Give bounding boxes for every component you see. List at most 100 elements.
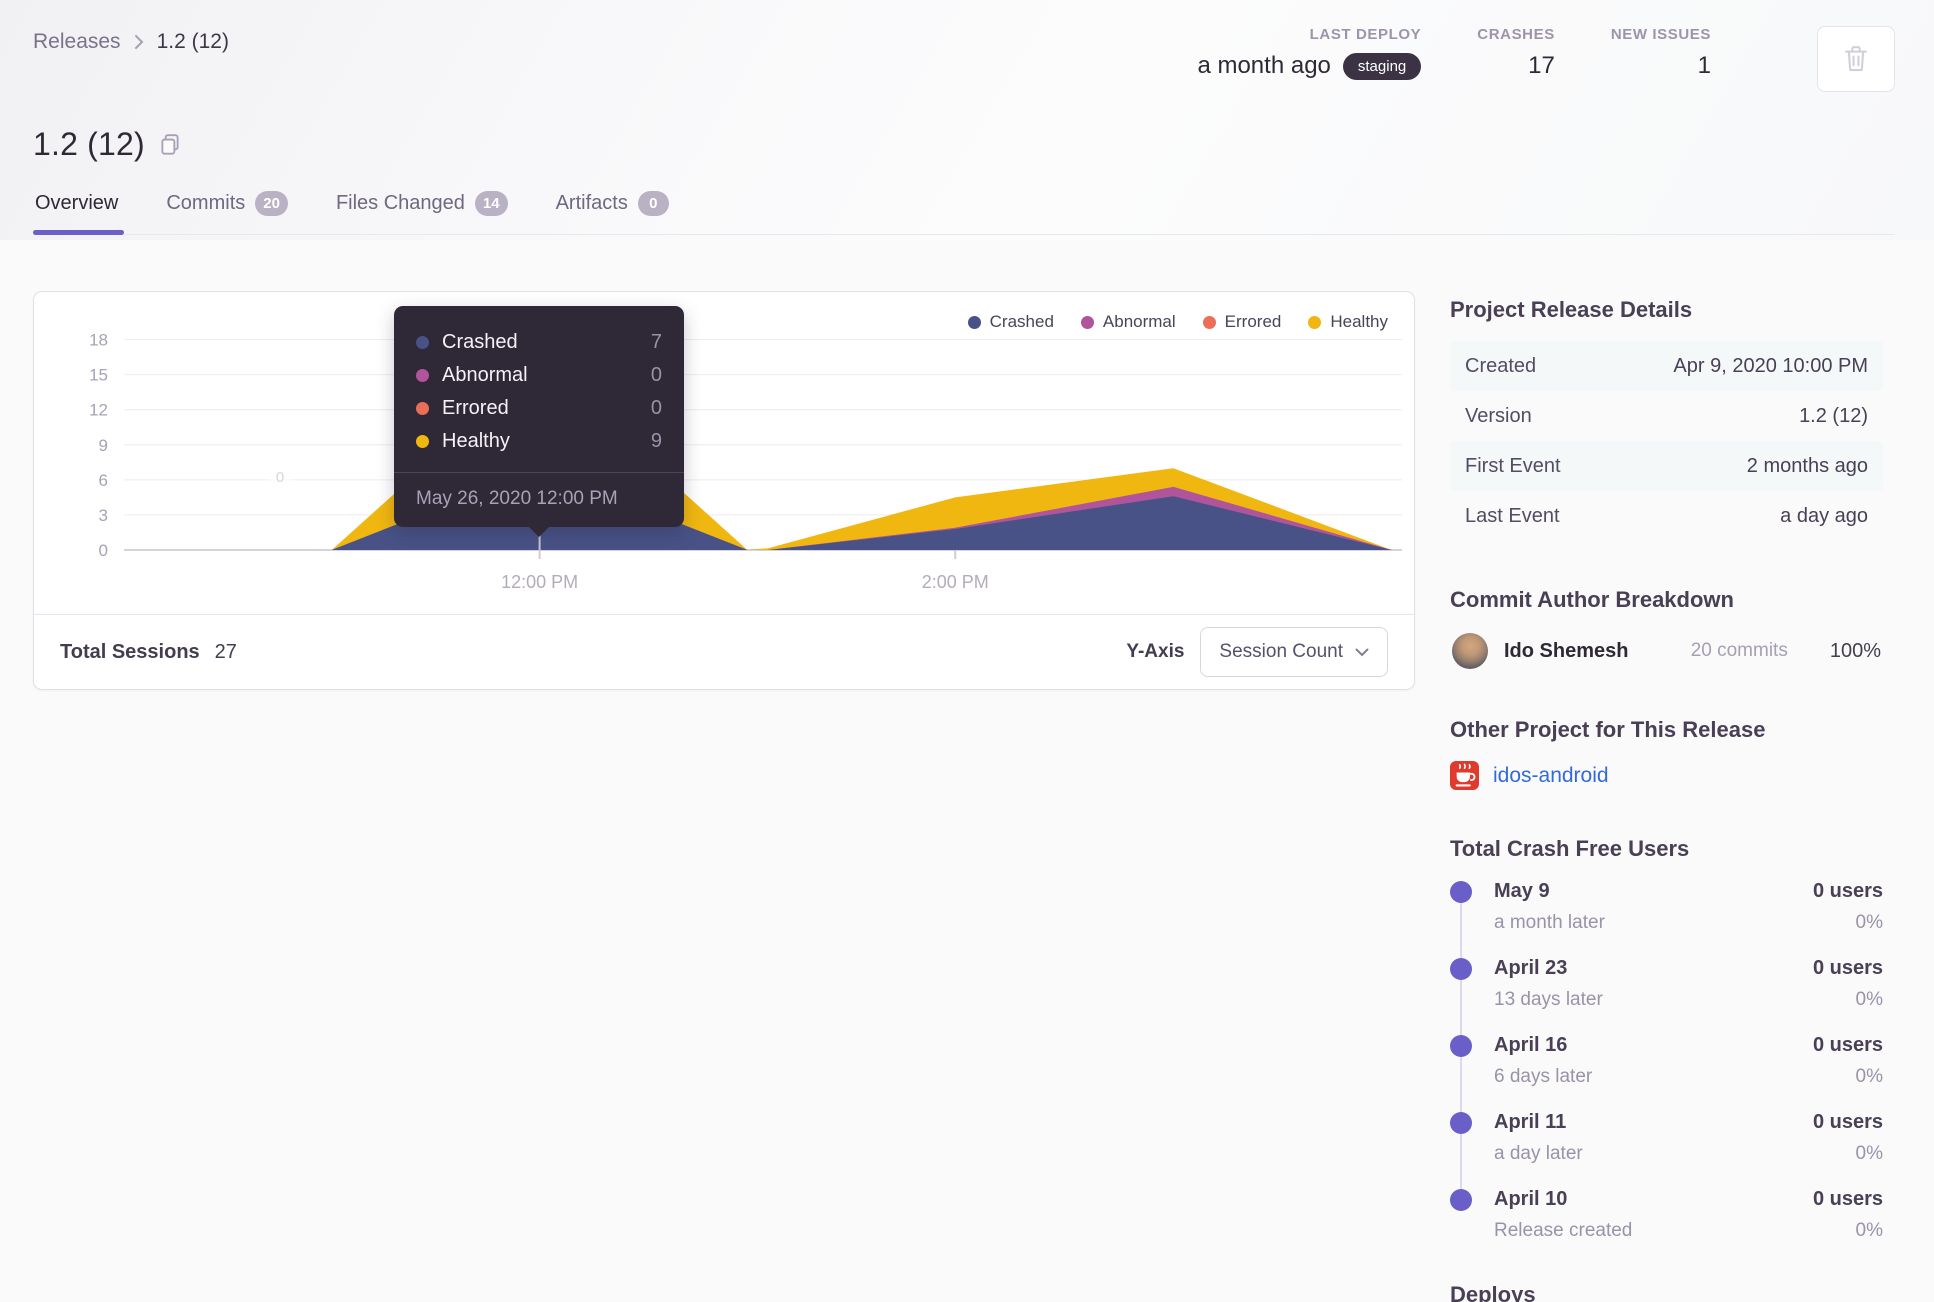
timeline-entry: April 10 Release created 0 users 0% — [1450, 1188, 1883, 1242]
errored-dot-icon — [1202, 315, 1216, 329]
tab-commits-badge: 20 — [255, 191, 288, 216]
commit-author-section: Commit Author Breakdown Ido Shemesh 20 c… — [1450, 587, 1883, 671]
tooltip-row-errored: Errored 0 — [416, 392, 662, 425]
legend-item-errored[interactable]: Errored — [1202, 312, 1282, 332]
commit-author-heading: Commit Author Breakdown — [1450, 587, 1734, 612]
breadcrumb-releases-link[interactable]: Releases — [33, 30, 121, 54]
sessions-chart-svg: 0 3 6 9 12 15 18 12:00 PM 2:00 PM — [89, 331, 1402, 592]
svg-text:15: 15 — [89, 366, 108, 385]
project-release-details-section: Project Release Details Created Apr 9, 2… — [1450, 297, 1883, 541]
chart-legend: Crashed Abnormal Errored Healthy — [967, 312, 1388, 332]
java-project-icon — [1450, 761, 1479, 790]
crashed-dot-icon — [416, 336, 429, 349]
sessions-chart[interactable]: 0 3 6 9 12 15 18 12:00 PM 2:00 PM Crashed Abnorm… — [34, 292, 1414, 614]
timeline-entry: April 11 a day later 0 users 0% — [1450, 1111, 1883, 1165]
timeline-entry: May 9 a month later 0 users 0% — [1450, 880, 1883, 934]
trash-icon — [1841, 43, 1871, 75]
abnormal-dot-icon — [1080, 315, 1094, 329]
tab-files-changed[interactable]: Files Changed 14 — [334, 191, 510, 234]
author-commit-count: 20 commits — [1690, 640, 1788, 661]
tooltip-row-crashed: Crashed 7 — [416, 326, 662, 359]
breadcrumb-current: 1.2 (12) — [156, 30, 229, 53]
legend-item-abnormal[interactable]: Abnormal — [1080, 312, 1176, 332]
other-project-link[interactable]: idos-android — [1493, 764, 1609, 788]
delete-release-button[interactable] — [1817, 26, 1895, 92]
deploys-heading: Deploys — [1450, 1282, 1536, 1302]
svg-text:12:00 PM: 12:00 PM — [501, 572, 578, 592]
detail-row-created: Created Apr 9, 2020 10:00 PM — [1450, 341, 1883, 391]
timeline-dot-icon — [1450, 1112, 1472, 1134]
abnormal-dot-icon — [416, 369, 429, 382]
crashes-value: 17 — [1528, 52, 1555, 79]
breadcrumb: Releases 1.2 (12) — [33, 26, 229, 54]
main-column: 0 3 6 9 12 15 18 12:00 PM 2:00 PM Crashed Abnorm… — [33, 291, 1415, 690]
legend-healthy-label: Healthy — [1330, 312, 1388, 331]
yaxis-select-value: Session Count — [1219, 641, 1343, 662]
copy-icon[interactable] — [159, 133, 181, 157]
errored-dot-icon — [416, 402, 429, 415]
sessions-chart-card: 0 3 6 9 12 15 18 12:00 PM 2:00 PM Crashed Abnorm… — [33, 291, 1415, 690]
release-stats: LAST DEPLOY a month ago staging CRASHES … — [1197, 26, 1895, 92]
release-details-heading: Project Release Details — [1450, 297, 1693, 322]
tab-overview[interactable]: Overview — [33, 191, 125, 235]
legend-item-healthy[interactable]: Healthy — [1308, 312, 1388, 332]
chart-tooltip: Crashed 7 Abnormal 0 Errored 0 Healthy 9… — [394, 306, 684, 537]
page-title: 1.2 (12) — [33, 126, 145, 162]
svg-text:9: 9 — [99, 436, 108, 455]
chart-footer: Total Sessions 27 Y-Axis Session Count — [34, 614, 1414, 689]
tab-overview-label: Overview — [35, 192, 119, 214]
tab-files-changed-badge: 14 — [474, 191, 508, 216]
legend-abnormal-label: Abnormal — [1102, 312, 1176, 331]
timeline-dot-icon — [1450, 958, 1472, 980]
last-deploy-label: LAST DEPLOY — [1309, 26, 1422, 43]
timeline-dot-icon — [1450, 881, 1472, 903]
timeline-entry: April 16 6 days later 0 users 0% — [1450, 1034, 1883, 1088]
svg-text:12: 12 — [89, 401, 108, 420]
legend-crashed-label: Crashed — [989, 312, 1054, 331]
detail-row-version: Version 1.2 (12) — [1465, 404, 1868, 427]
tooltip-row-healthy: Healthy 9 — [416, 425, 662, 458]
sidebar: Project Release Details Created Apr 9, 2… — [1450, 291, 1883, 1302]
crash-free-heading: Total Crash Free Users — [1450, 836, 1690, 861]
last-deploy-value: a month ago — [1197, 52, 1331, 79]
tab-artifacts[interactable]: Artifacts 0 — [554, 191, 671, 234]
crash-free-section: Total Crash Free Users May 9 a month lat… — [1450, 836, 1883, 1302]
tab-commits-label: Commits — [166, 192, 246, 214]
tab-commits[interactable]: Commits 20 — [164, 191, 290, 234]
svg-text:6: 6 — [99, 471, 108, 490]
new-issues-label: NEW ISSUES — [1610, 26, 1711, 43]
yaxis-select[interactable]: Session Count — [1200, 627, 1388, 677]
stat-crashes: CRASHES 17 — [1477, 26, 1555, 80]
commit-author-row: Ido Shemesh 20 commits 100% — [1450, 631, 1883, 671]
stat-new-issues: NEW ISSUES 1 — [1611, 26, 1711, 80]
page-header: Releases 1.2 (12) LAST DEPLOY a month ag… — [33, 26, 1895, 92]
avatar — [1452, 633, 1488, 669]
tab-files-changed-label: Files Changed — [335, 192, 465, 214]
chevron-down-icon — [1355, 648, 1369, 657]
new-issues-value: 1 — [1697, 52, 1711, 79]
tooltip-row-abnormal: Abnormal 0 — [416, 359, 662, 392]
release-tabs: Overview Commits 20 Files Changed 14 Art… — [33, 191, 1895, 235]
other-projects-section: Other Project for This Release idos-andr… — [1450, 717, 1883, 790]
legend-errored-label: Errored — [1224, 312, 1282, 331]
crashes-label: CRASHES — [1477, 26, 1555, 43]
timeline-dot-icon — [1450, 1035, 1472, 1057]
tooltip-timestamp: May 26, 2020 12:00 PM — [394, 472, 684, 527]
total-sessions-label: Total Sessions — [60, 640, 200, 663]
chevron-right-icon — [133, 33, 145, 51]
author-percent: 100% — [1829, 639, 1881, 662]
environment-badge: staging — [1342, 52, 1422, 80]
legend-item-crashed[interactable]: Crashed — [967, 312, 1054, 332]
tab-artifacts-label: Artifacts — [555, 192, 628, 214]
other-projects-heading: Other Project for This Release — [1450, 717, 1766, 742]
timeline-dot-icon — [1450, 1189, 1472, 1211]
yaxis-label: Y-Axis — [1126, 641, 1185, 662]
svg-text:18: 18 — [89, 331, 108, 350]
timeline-entry: April 23 13 days later 0 users 0% — [1450, 957, 1883, 1011]
svg-text:2:00 PM: 2:00 PM — [922, 572, 989, 592]
zero-value-marker: 0 — [267, 464, 293, 490]
detail-row-last-event: Last Event a day ago — [1465, 504, 1868, 527]
tab-artifacts-badge: 0 — [637, 191, 669, 216]
total-sessions-value: 27 — [214, 640, 237, 663]
tooltip-caret — [528, 526, 550, 537]
